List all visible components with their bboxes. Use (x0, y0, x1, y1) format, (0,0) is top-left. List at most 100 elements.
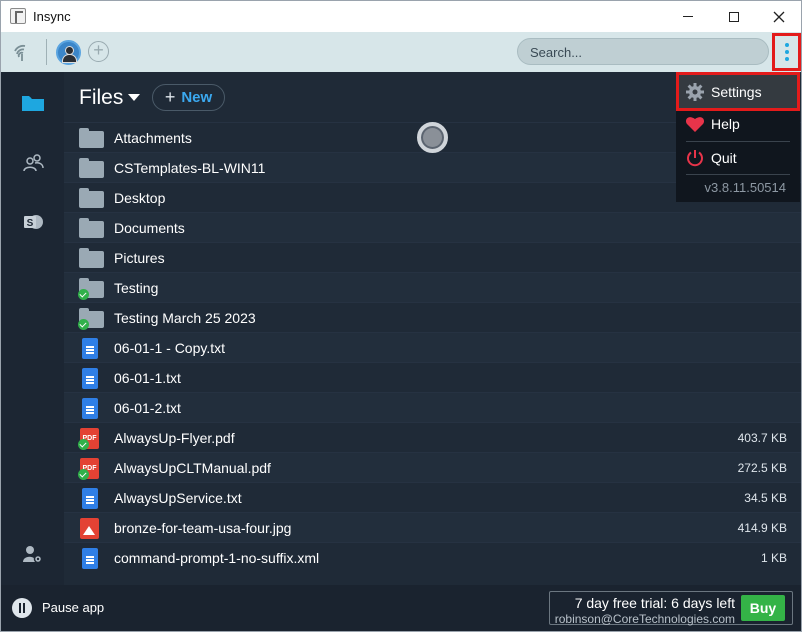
toolbar-divider (46, 39, 47, 65)
folder-icon (78, 127, 104, 149)
synced-check-icon (78, 319, 89, 330)
sidebar: S (1, 72, 64, 585)
chevron-down-icon[interactable] (128, 94, 140, 101)
file-name: 06-01-2.txt (114, 400, 181, 416)
app-logo-icon (10, 8, 26, 24)
heart-icon (685, 114, 705, 134)
menu-divider (686, 174, 790, 175)
folder-icon (78, 277, 104, 300)
file-name: Testing March 25 2023 (114, 310, 256, 326)
file-row[interactable]: PDF AlwaysUpCLTManual.pdf 272.5 KB (64, 452, 801, 482)
sharepoint-icon: S (24, 215, 43, 229)
maximize-icon (729, 11, 739, 22)
svg-text:S: S (27, 218, 34, 229)
minimize-button[interactable] (665, 1, 711, 32)
menu-quit-label: Quit (711, 150, 737, 166)
document-file-icon (78, 487, 104, 509)
document-file-icon (78, 547, 104, 569)
menu-item-quit[interactable]: Quit (676, 142, 800, 174)
people-icon (23, 154, 44, 172)
file-row[interactable]: 06-01-1.txt (64, 362, 801, 392)
file-row[interactable]: 06-01-2.txt (64, 392, 801, 422)
file-name: Pictures (114, 250, 165, 266)
file-size: 414.9 KB (737, 521, 787, 535)
buy-button[interactable]: Buy (741, 595, 785, 621)
menu-settings-label: Settings (711, 83, 762, 100)
folder-icon (78, 247, 104, 269)
menu-item-settings[interactable]: Settings (676, 72, 800, 111)
close-icon (773, 11, 785, 22)
file-row[interactable]: 06-01-1 - Copy.txt (64, 332, 801, 362)
sidebar-item-sharepoint[interactable]: S (19, 209, 47, 235)
gear-icon (685, 82, 705, 102)
sidebar-item-files[interactable] (19, 90, 47, 116)
add-account-button[interactable]: + (88, 41, 109, 62)
file-size: 272.5 KB (737, 461, 787, 475)
minimize-icon (683, 16, 693, 17)
search-input[interactable] (530, 44, 758, 60)
account-email: robinson@CoreTechnologies.com (554, 612, 735, 626)
title-bar: Insync (1, 1, 801, 32)
pause-icon[interactable] (12, 598, 32, 618)
file-name: AlwaysUp-Flyer.pdf (114, 430, 235, 446)
loading-spinner-icon (417, 122, 448, 153)
file-row[interactable]: Testing (64, 272, 801, 302)
document-file-icon (78, 397, 104, 419)
file-row[interactable]: Documents (64, 212, 801, 242)
sidebar-item-shared[interactable] (19, 150, 47, 176)
maximize-button[interactable] (711, 1, 757, 32)
overflow-menu: Settings Help Quit v3.8.11.50514 (676, 72, 800, 202)
close-button[interactable] (756, 1, 801, 32)
sidebar-item-account-settings[interactable] (19, 541, 47, 567)
plus-icon: + (164, 87, 176, 107)
image-file-icon (78, 517, 104, 539)
file-row[interactable]: PDF AlwaysUp-Flyer.pdf 403.7 KB (64, 422, 801, 452)
file-name: bronze-for-team-usa-four.jpg (114, 520, 292, 536)
file-name: AlwaysUpService.txt (114, 490, 242, 506)
file-name: Documents (114, 220, 185, 236)
more-vertical-icon (784, 43, 789, 47)
pdf-file-icon: PDF (78, 457, 104, 480)
document-file-icon (78, 337, 104, 359)
file-row[interactable]: Pictures (64, 242, 801, 272)
pdf-file-icon: PDF (78, 427, 104, 450)
file-row[interactable]: AlwaysUpService.txt 34.5 KB (64, 482, 801, 512)
menu-item-help[interactable]: Help (676, 108, 800, 140)
file-name: command-prompt-1-no-suffix.xml (114, 550, 320, 566)
file-row[interactable]: command-prompt-1-no-suffix.xml 1 KB (64, 542, 801, 572)
file-name: Desktop (114, 190, 166, 206)
search-box[interactable] (517, 38, 769, 65)
document-file-icon (78, 367, 104, 389)
trial-banner: 7 day free trial: 6 days left robinson@C… (549, 591, 793, 626)
folder-icon (78, 157, 104, 179)
new-button[interactable]: + New (152, 84, 225, 111)
more-menu-button[interactable] (772, 33, 801, 71)
file-size: 403.7 KB (737, 431, 787, 445)
page-title[interactable]: Files (79, 86, 123, 110)
folder-icon (22, 96, 44, 111)
file-name: CSTemplates-BL-WIN11 (114, 160, 266, 176)
folder-icon (78, 187, 104, 209)
window-title: Insync (33, 9, 71, 24)
connection-status-icon[interactable] (12, 42, 32, 62)
user-settings-icon (23, 546, 43, 564)
synced-check-icon (78, 439, 89, 450)
file-row[interactable]: bronze-for-team-usa-four.jpg 414.9 KB (64, 512, 801, 542)
file-name: Attachments (114, 130, 192, 146)
version-label: v3.8.11.50514 (704, 180, 786, 195)
trial-status: 7 day free trial: 6 days left (574, 595, 735, 611)
file-size: 1 KB (760, 551, 787, 565)
folder-icon (78, 217, 104, 239)
file-name: 06-01-1.txt (114, 370, 181, 386)
file-name: Testing (114, 280, 159, 296)
file-name: AlwaysUpCLTManual.pdf (114, 460, 271, 476)
menu-help-label: Help (711, 116, 740, 132)
synced-check-icon (78, 469, 89, 480)
file-size: 34.5 KB (744, 491, 787, 505)
pause-app-button[interactable]: Pause app (42, 600, 104, 615)
toolbar: + (1, 32, 801, 72)
account-avatar[interactable] (56, 40, 81, 65)
file-name: 06-01-1 - Copy.txt (114, 340, 226, 356)
new-button-label: New (181, 89, 213, 106)
file-row[interactable]: Testing March 25 2023 (64, 302, 801, 332)
